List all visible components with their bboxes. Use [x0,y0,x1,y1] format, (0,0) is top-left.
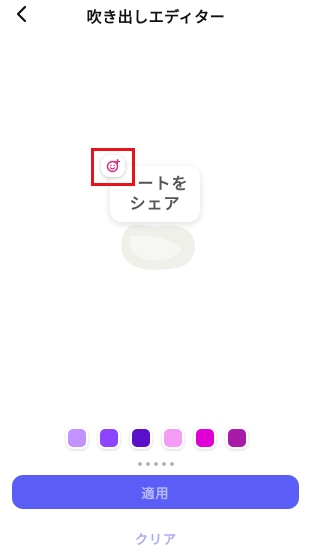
color-swatch-violet[interactable] [98,427,120,449]
page-title: 吹き出しエディター [86,8,226,26]
page-dot [154,462,158,466]
page-dot [162,462,166,466]
color-swatch-pink[interactable] [162,427,184,449]
color-swatch-magenta[interactable] [194,427,216,449]
color-swatch-deep-purple[interactable] [130,427,152,449]
color-palette [66,427,248,449]
clear-button[interactable]: クリア [106,527,206,549]
page-indicator [138,462,174,468]
color-swatch-plum[interactable] [226,427,248,449]
header-bar: 吹き出しエディター [0,0,312,34]
editor-canvas[interactable]: ートを シェア [0,40,312,410]
speech-bubble[interactable]: ートを シェア [110,166,200,222]
color-swatch-light-purple[interactable] [66,427,88,449]
page-dot [170,462,174,466]
bubble-shadow-blob [121,224,196,270]
page-dot [146,462,150,466]
bubble-text-line-1: ートを [137,174,189,193]
add-emoji-icon [106,159,120,173]
bubble-text-line-2: シェア [129,194,181,213]
apply-button[interactable]: 適用 [12,475,299,509]
page-dot [138,462,142,466]
add-sticker-button[interactable] [101,155,125,177]
